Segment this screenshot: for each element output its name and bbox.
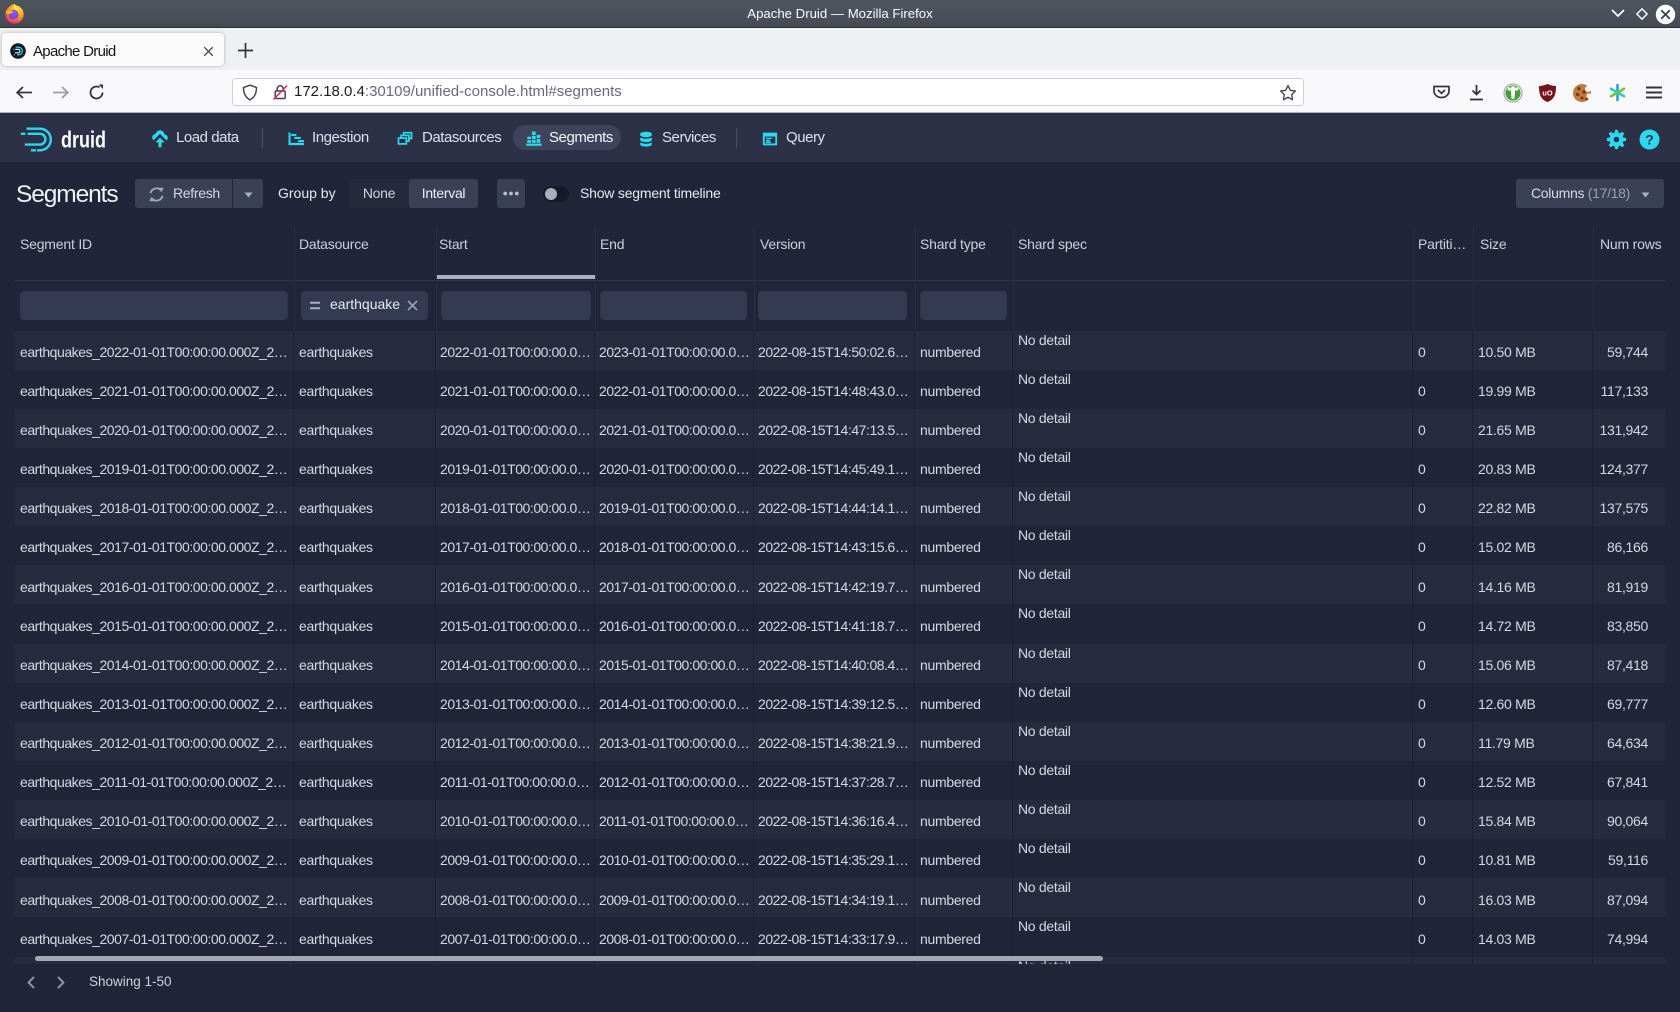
svg-text:druid: druid (61, 127, 106, 153)
svg-text:?: ? (1645, 131, 1654, 147)
svg-text:uO: uO (1542, 89, 1553, 98)
